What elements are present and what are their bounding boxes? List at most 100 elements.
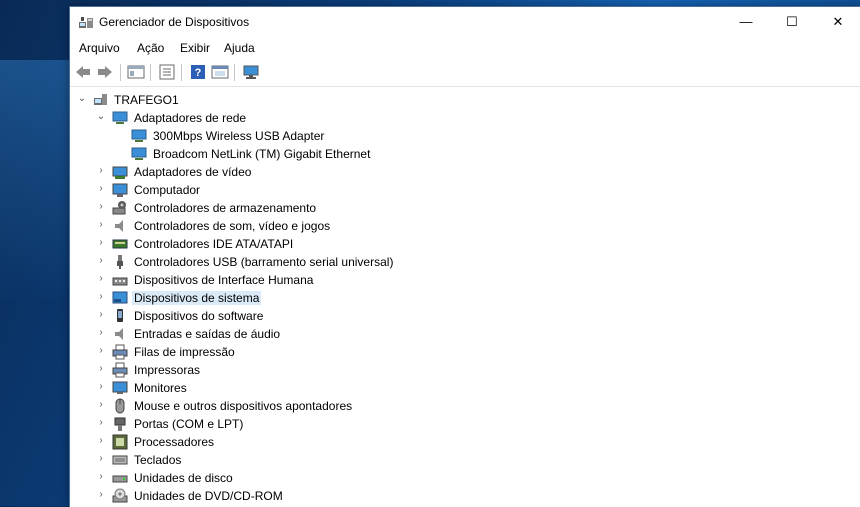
network-adapter-icon (131, 128, 147, 144)
menu-arquivo[interactable]: Arquivo (79, 41, 120, 55)
tree-device[interactable]: 300Mbps Wireless USB Adapter (70, 127, 860, 145)
chevron-down-icon[interactable]: ⌄ (96, 112, 106, 122)
tree-category-ide-controllers[interactable]: › Controladores IDE ATA/ATAPI (70, 235, 860, 253)
tree-category-software-devices[interactable]: › Dispositivos do software (70, 307, 860, 325)
tree-device-label: Broadcom NetLink (TM) Gigabit Ethernet (153, 147, 371, 161)
chevron-right-icon[interactable]: › (96, 364, 106, 374)
tree-category-label: Dispositivos do software (134, 309, 264, 323)
chevron-right-icon[interactable]: › (96, 274, 106, 284)
print-queue-icon (112, 344, 128, 360)
tree-category-mice[interactable]: › Mouse e outros dispositivos apontadore… (70, 397, 860, 415)
update-driver-icon[interactable] (211, 64, 229, 80)
tree-category-computer[interactable]: › Computador (70, 181, 860, 199)
tree-category-sound-controllers[interactable]: › Controladores de som, vídeo e jogos (70, 217, 860, 235)
usb-icon (112, 254, 128, 270)
chevron-right-icon[interactable]: › (96, 436, 106, 446)
speaker-icon (112, 218, 128, 234)
chevron-right-icon[interactable]: › (96, 382, 106, 392)
tree-category-label: Dispositivos de Interface Humana (134, 273, 314, 287)
tree-category-label: Dispositivos de sistema (132, 291, 262, 305)
tree-category-label: Computador (134, 183, 201, 197)
chevron-right-icon[interactable]: › (96, 472, 106, 482)
tree-category-print-queues[interactable]: › Filas de impressão (70, 343, 860, 361)
back-arrow-icon[interactable] (74, 64, 92, 80)
tree-category-label: Controladores IDE ATA/ATAPI (134, 237, 294, 251)
tree-category-ports[interactable]: › Portas (COM e LPT) (70, 415, 860, 433)
ide-controller-icon (112, 236, 128, 252)
monitor-icon (112, 380, 128, 396)
chevron-right-icon[interactable]: › (96, 184, 106, 194)
chevron-right-icon[interactable]: › (96, 202, 106, 212)
chevron-down-icon[interactable]: ⌄ (77, 94, 87, 104)
tree-category-audio-io[interactable]: › Entradas e saídas de áudio (70, 325, 860, 343)
title-bar[interactable]: Gerenciador de Dispositivos — ☐ ✕ (70, 7, 860, 37)
chevron-right-icon[interactable]: › (96, 166, 106, 176)
menu-acao[interactable]: Ação (137, 41, 164, 55)
tree-category-keyboards[interactable]: › Teclados (70, 451, 860, 469)
show-hide-console-tree-icon[interactable] (127, 64, 145, 80)
hid-icon (112, 272, 128, 288)
forward-arrow-icon[interactable] (96, 64, 114, 80)
tree-category-label: Portas (COM e LPT) (134, 417, 244, 431)
menu-exibir[interactable]: Exibir (180, 41, 210, 55)
tree-category-label: Adaptadores de rede (134, 111, 247, 125)
tree-root[interactable]: ⌄ TRAFEGO1 (70, 91, 860, 109)
tree-category-system-devices[interactable]: › Dispositivos de sistema (70, 289, 860, 307)
window-title: Gerenciador de Dispositivos (99, 15, 250, 29)
desktop-background (0, 60, 80, 300)
chevron-right-icon[interactable]: › (96, 256, 106, 266)
toolbar-separator (181, 64, 182, 81)
chevron-right-icon[interactable]: › (96, 418, 106, 428)
audio-icon (112, 326, 128, 342)
tree-category-hid[interactable]: › Dispositivos de Interface Humana (70, 271, 860, 289)
tree-category-monitors[interactable]: › Monitores (70, 379, 860, 397)
maximize-button[interactable]: ☐ (769, 7, 815, 37)
storage-controller-icon (112, 200, 128, 216)
port-icon (112, 416, 128, 432)
chevron-right-icon[interactable]: › (96, 238, 106, 248)
tree-category-label: Adaptadores de vídeo (134, 165, 252, 179)
tree-category-display-adapters[interactable]: › Adaptadores de vídeo (70, 163, 860, 181)
chevron-right-icon[interactable]: › (96, 310, 106, 320)
tree-category-storage-controllers[interactable]: › Controladores de armazenamento (70, 199, 860, 217)
chevron-right-icon[interactable]: › (96, 400, 106, 410)
mouse-icon (112, 398, 128, 414)
tree-device[interactable]: Broadcom NetLink (TM) Gigabit Ethernet (70, 145, 860, 163)
help-icon[interactable]: ? (189, 64, 207, 80)
network-adapter-icon (131, 146, 147, 162)
tree-category-disk-drives[interactable]: › Unidades de disco (70, 469, 860, 487)
svg-text:?: ? (195, 67, 202, 79)
minimize-button[interactable]: — (723, 7, 769, 37)
properties-icon[interactable] (158, 64, 176, 80)
tree-category-dvd-drives[interactable]: › Unidades de DVD/CD-ROM (70, 487, 860, 505)
tree-category-printers[interactable]: › Impressoras (70, 361, 860, 379)
tree-category-label: Entradas e saídas de áudio (134, 327, 281, 341)
close-button[interactable]: ✕ (815, 7, 860, 37)
scan-hardware-icon[interactable] (242, 64, 260, 80)
tree-category-label: Filas de impressão (134, 345, 235, 359)
chevron-right-icon[interactable]: › (96, 454, 106, 464)
tree-category-label: Unidades de disco (134, 471, 233, 485)
chevron-right-icon[interactable]: › (96, 292, 106, 302)
display-adapter-icon (112, 164, 128, 180)
menu-bar: Arquivo Ação Exibir Ajuda (70, 37, 860, 59)
tree-category-label: Controladores de som, vídeo e jogos (134, 219, 331, 233)
toolbar-separator (234, 64, 235, 81)
network-adapter-icon (112, 110, 128, 126)
device-manager-icon (78, 15, 94, 31)
disk-drive-icon (112, 470, 128, 486)
chevron-right-icon[interactable]: › (96, 328, 106, 338)
device-manager-window: Gerenciador de Dispositivos — ☐ ✕ Arquiv… (69, 6, 860, 507)
printer-icon (112, 362, 128, 378)
software-device-icon (112, 308, 128, 324)
tree-category-label: Processadores (134, 435, 215, 449)
tree-category-usb-controllers[interactable]: › Controladores USB (barramento serial u… (70, 253, 860, 271)
chevron-right-icon[interactable]: › (96, 220, 106, 230)
menu-ajuda[interactable]: Ajuda (224, 41, 255, 55)
toolbar-separator (150, 64, 151, 81)
chevron-right-icon[interactable]: › (96, 490, 106, 500)
chevron-right-icon[interactable]: › (96, 346, 106, 356)
tree-category-label: Unidades de DVD/CD-ROM (134, 489, 283, 503)
tree-category-network-adapters[interactable]: ⌄ Adaptadores de rede (70, 109, 860, 127)
tree-category-processors[interactable]: › Processadores (70, 433, 860, 451)
